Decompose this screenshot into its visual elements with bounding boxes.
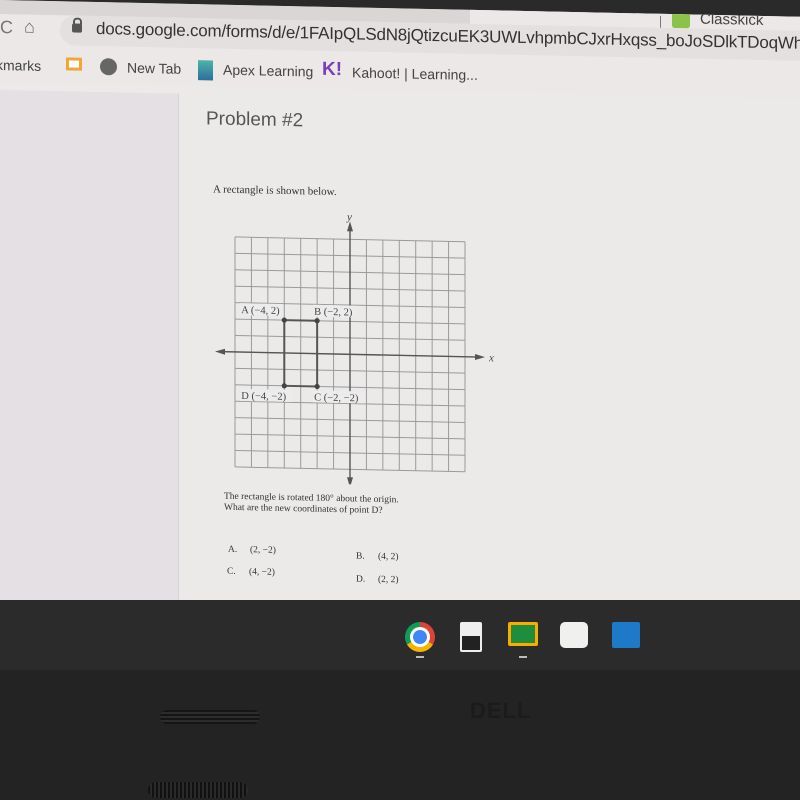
question-text: The rectangle is rotated 180° about the …: [224, 492, 494, 520]
choice-value: (2, 2): [378, 574, 399, 586]
choice-letter: D.: [356, 574, 366, 585]
bookmark-apex-learning[interactable]: Apex Learning: [223, 62, 313, 80]
x-axis-arrow-right: [475, 353, 485, 360]
choice-letter: A.: [228, 544, 238, 555]
choice-d[interactable]: D. (2, 2): [356, 574, 399, 585]
choice-value: (2, −2): [250, 545, 276, 556]
globe-icon: [100, 58, 117, 76]
choice-value: (4, −2): [249, 567, 275, 578]
side-panel: [0, 90, 179, 604]
choice-letter: B.: [356, 551, 365, 562]
point-label-a: A (−4, 2): [241, 305, 280, 317]
point-b: [314, 318, 320, 324]
home-icon[interactable]: ⌂: [24, 17, 35, 38]
calculator-icon[interactable]: [460, 622, 482, 652]
laptop-bezel: DELL: [0, 670, 800, 800]
chromeos-shelf: [0, 600, 800, 670]
bookmark-kahoot[interactable]: Kahoot! | Learning...: [352, 64, 478, 83]
point-label-d: D (−4, −2): [241, 391, 286, 403]
slides-folder-icon[interactable]: [66, 57, 82, 71]
point-c: [314, 383, 320, 390]
kahoot-icon: K!: [322, 58, 343, 81]
choice-b[interactable]: B. (4, 2): [356, 551, 399, 562]
y-axis-arrow-down: [347, 477, 353, 488]
point-d: [281, 383, 287, 389]
x-axis-label: x: [488, 352, 494, 364]
coordinate-graph: x y A (−4, 2) B (−2, 2) C (−2, −2) D (−4, −…: [215, 212, 494, 488]
classkick-icon: [672, 12, 690, 29]
google-classroom-icon[interactable]: [508, 622, 538, 646]
point-label-b: B (−2, 2): [314, 307, 353, 319]
bookmark-new-tab[interactable]: New Tab: [127, 60, 181, 77]
bookmarks-label[interactable]: kmarks: [0, 57, 41, 74]
page-title: Problem #2: [206, 108, 304, 132]
class-icon[interactable]: [560, 622, 588, 648]
shield-app-icon[interactable]: [612, 622, 640, 648]
screen: Classkick C ⌂ docs.google.com/forms/d/e/…: [0, 0, 800, 617]
tab-label[interactable]: Classkick: [700, 11, 763, 29]
y-axis-label: y: [346, 212, 352, 224]
lock-icon[interactable]: [72, 23, 82, 33]
choice-c[interactable]: C. (4, −2): [227, 567, 275, 578]
hinge-grille: [160, 710, 260, 724]
choice-value: (4, 2): [378, 551, 399, 563]
chrome-icon[interactable]: [405, 622, 435, 652]
choice-a[interactable]: A. (2, −2): [228, 545, 276, 556]
reload-icon[interactable]: C: [0, 17, 13, 38]
running-indicator: [519, 656, 527, 658]
x-axis-arrow-left: [215, 348, 225, 355]
vent-grille: [148, 782, 248, 798]
point-label-c: C (−2, −2): [314, 392, 359, 404]
form-page: Problem #2 A rectangle is shown below. x…: [0, 82, 800, 617]
running-indicator: [416, 656, 424, 658]
problem-intro: A rectangle is shown below.: [213, 183, 337, 199]
point-a: [281, 317, 287, 323]
apex-learning-icon: [198, 60, 213, 81]
device-logo: DELL: [470, 698, 532, 723]
choice-letter: C.: [227, 566, 236, 577]
